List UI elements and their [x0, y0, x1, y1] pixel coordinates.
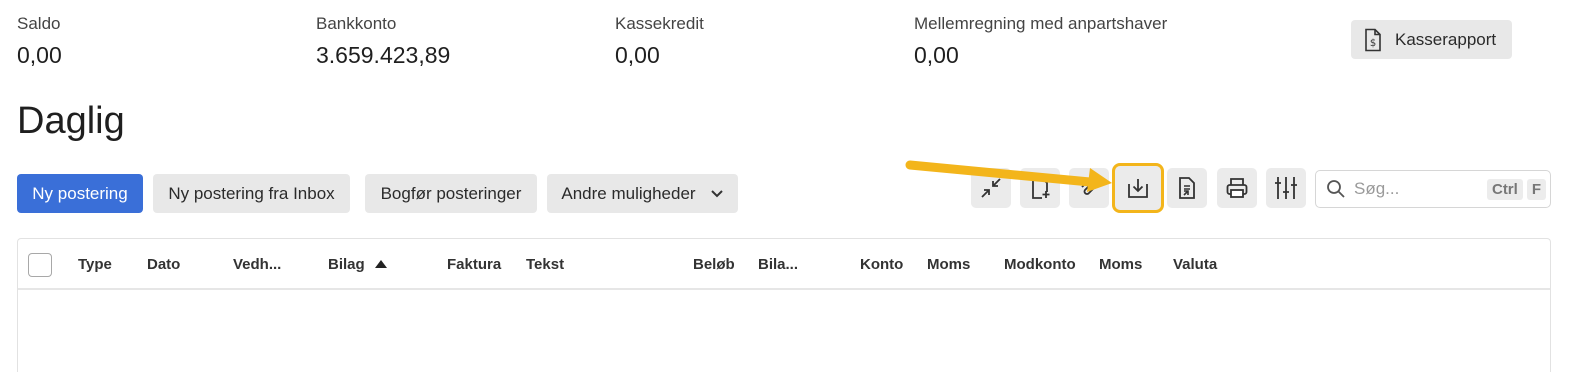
import-icon: [1128, 179, 1148, 198]
table-header: Type Dato Vedh... Bilag Faktura Tekst Be…: [18, 239, 1550, 290]
import-button[interactable]: [1112, 163, 1164, 213]
sort-ascending-icon: [374, 260, 387, 268]
column-header-beloeb[interactable]: Beløb: [693, 256, 735, 273]
column-header-bilag[interactable]: Bilag: [328, 256, 387, 273]
column-header-valuta[interactable]: Valuta: [1173, 256, 1217, 273]
post-entries-button[interactable]: Bogfør posteringer: [365, 174, 537, 213]
balance-value: 0,00: [914, 42, 959, 68]
other-options-dropdown[interactable]: Andre muligheder: [547, 174, 738, 213]
column-header-dato[interactable]: Dato: [147, 256, 180, 273]
column-header-modkonto[interactable]: Modkonto: [1004, 256, 1076, 273]
export-document-icon: [1179, 177, 1195, 199]
balance-saldo: Saldo 0,00: [17, 14, 62, 69]
kasserapport-button[interactable]: $ Kasserapport: [1351, 20, 1512, 59]
balance-label: Saldo: [17, 14, 61, 33]
shortcut-ctrl: Ctrl: [1486, 178, 1523, 200]
balance-bankkonto: Bankkonto 3.659.423,89: [316, 14, 450, 69]
dollar-document-icon: $: [1365, 28, 1381, 51]
select-all-checkbox[interactable]: [28, 253, 52, 277]
other-options-label: Andre muligheder: [561, 183, 696, 203]
balance-kassekredit: Kassekredit 0,00: [615, 14, 704, 69]
svg-text:$: $: [1370, 38, 1376, 49]
column-header-type[interactable]: Type: [78, 256, 112, 273]
search-input[interactable]: Søg... Ctrl F: [1315, 170, 1551, 208]
balance-value: 3.659.423,89: [316, 42, 451, 68]
postings-table: Type Dato Vedh... Bilag Faktura Tekst Be…: [17, 238, 1551, 372]
export-document-button[interactable]: [1167, 168, 1207, 208]
balance-value: 0,00: [17, 42, 62, 68]
column-header-moms-2[interactable]: Moms: [1099, 256, 1142, 273]
balance-mellemregning: Mellemregning med anpartshaver 0,00: [914, 14, 1167, 69]
print-icon: [1226, 178, 1248, 198]
column-header-faktura[interactable]: Faktura: [447, 256, 501, 273]
column-header-vedhaeftning[interactable]: Vedh...: [233, 256, 281, 273]
chevron-down-icon: [710, 189, 723, 197]
search-icon: [1327, 180, 1345, 198]
search-placeholder: Søg...: [1354, 179, 1400, 198]
shortcut-key: F: [1526, 178, 1546, 200]
new-posting-button[interactable]: Ny postering: [17, 174, 143, 213]
column-header-tekst[interactable]: Tekst: [526, 256, 564, 273]
column-header-konto[interactable]: Konto: [860, 256, 903, 273]
print-button[interactable]: [1217, 168, 1257, 208]
kasserapport-label: Kasserapport: [1395, 29, 1497, 49]
balance-label: Mellemregning med anpartshaver: [914, 14, 1168, 33]
column-header-bilagsnr[interactable]: Bila...: [758, 256, 798, 273]
balance-label: Bankkonto: [316, 14, 397, 33]
balance-label: Kassekredit: [615, 14, 704, 33]
page-title: Daglig: [17, 100, 125, 142]
new-posting-from-inbox-button[interactable]: Ny postering fra Inbox: [153, 174, 350, 213]
column-settings-button[interactable]: [1266, 168, 1306, 208]
balance-value: 0,00: [615, 42, 660, 68]
column-header-bilag-label: Bilag: [328, 256, 365, 273]
column-header-moms[interactable]: Moms: [927, 256, 970, 273]
column-settings-icon: [1275, 177, 1297, 199]
annotation-arrow-icon: [905, 160, 1112, 192]
